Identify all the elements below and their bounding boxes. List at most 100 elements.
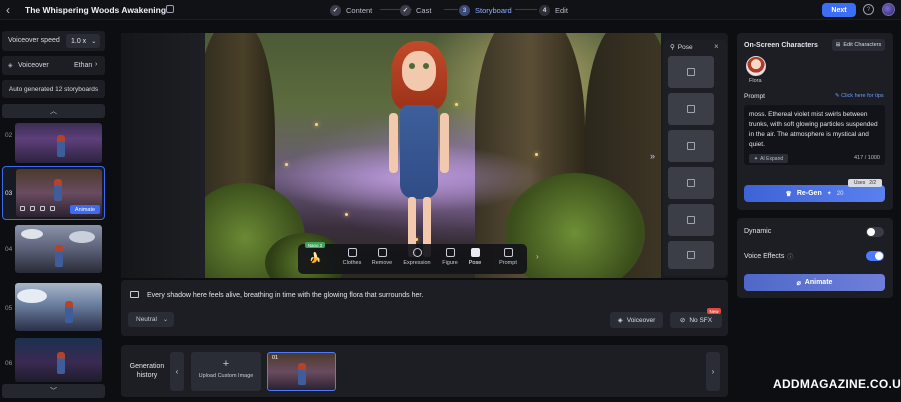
speaker-icon: ◈	[617, 317, 623, 324]
ai-expand-button[interactable]: ✦ AI Expand	[749, 154, 788, 163]
delete-icon[interactable]	[30, 206, 35, 211]
tool-label: Pose	[468, 260, 482, 266]
chevron-down-icon: ⌄	[91, 38, 97, 45]
animate-button[interactable]: ⌀ Animate	[744, 274, 885, 291]
storyboard-thumbnail[interactable]	[15, 225, 102, 273]
pose-card[interactable]	[668, 130, 714, 162]
add-icon[interactable]	[40, 206, 45, 211]
step-content[interactable]: ✓ Content	[330, 4, 372, 16]
chevron-down-icon: ﹀	[50, 388, 57, 395]
step-edit[interactable]: 4 Edit	[539, 4, 568, 16]
regen-icon: ♛	[785, 190, 792, 198]
close-icon[interactable]: ×	[714, 42, 719, 51]
plus-icon: +	[222, 358, 230, 370]
chevron-down-icon: ⌄	[162, 317, 168, 323]
help-icon[interactable]: ?	[863, 4, 874, 15]
new-badge: New	[707, 308, 721, 314]
chevron-left-icon: ‹	[175, 367, 179, 376]
chevron-right-icon: ›	[95, 61, 98, 68]
storyboard-number: 02	[5, 132, 13, 139]
storyboard-thumbnail[interactable]	[15, 338, 102, 382]
tips-link[interactable]: ✎ Click here for tips	[835, 93, 884, 99]
image-placeholder-icon	[687, 251, 695, 259]
step-storyboard[interactable]: 3 Storyboard	[459, 4, 512, 16]
more-icon[interactable]	[50, 206, 55, 211]
storyboard-number: 03	[5, 190, 13, 197]
scroll-up-button[interactable]: ︿	[2, 104, 105, 118]
tool-pose[interactable]: Pose	[460, 248, 490, 266]
upload-label: Upload Custom Image	[198, 373, 254, 379]
edit-title-icon[interactable]	[166, 5, 174, 13]
pose-card[interactable]	[668, 167, 714, 199]
dynamic-toggle[interactable]	[866, 227, 884, 237]
upload-custom-image-button[interactable]: + Upload Custom Image	[191, 352, 261, 391]
credit-icon: ✦	[826, 191, 832, 197]
storyboard-image[interactable]	[205, 33, 661, 278]
step-number: 4	[539, 4, 550, 16]
tool-prompt[interactable]: Prompt	[493, 248, 523, 266]
info-icon[interactable]: ⓘ	[787, 252, 793, 261]
voiceover-speed-label: Voiceover speed	[8, 37, 60, 44]
generation-history-label: Generation history	[129, 363, 165, 379]
user-avatar[interactable]	[882, 3, 895, 16]
animate-badge[interactable]: Animate	[70, 205, 100, 214]
voiceover-speed-select[interactable]: 1.0 x ⌄	[66, 34, 100, 48]
history-next-button[interactable]: ›	[706, 352, 720, 391]
pose-card[interactable]	[668, 241, 714, 269]
history-prev-button[interactable]: ‹	[170, 352, 184, 391]
sfx-button[interactable]: ⊘ No SFX	[670, 312, 722, 328]
collapse-panel-icon[interactable]: »	[650, 151, 655, 161]
storyboard-number: 06	[5, 360, 13, 367]
chevron-right-icon[interactable]: ›	[536, 252, 539, 261]
smile-icon	[412, 248, 422, 257]
pose-panel-header: ⚲ Pose	[670, 43, 693, 52]
regen-button[interactable]: ♛ Re-Gen ✦ 20	[744, 185, 885, 202]
character-avatar[interactable]	[746, 56, 766, 76]
tool-remove[interactable]: Remove	[367, 248, 397, 266]
edit-icon: ⊞	[835, 42, 841, 48]
tool-label: Clothes	[342, 260, 362, 266]
pose-icon	[470, 248, 480, 257]
speaker-icon: ◈	[8, 63, 13, 69]
tool-label: Prompt	[499, 260, 517, 266]
prompt-text[interactable]: moss. Ethereal violet mist swirls betwee…	[749, 110, 881, 150]
caption-text[interactable]: Every shadow here feels alive, breathing…	[147, 292, 423, 299]
voice-effects-toggle[interactable]	[866, 251, 884, 261]
tool-expression[interactable]: Expression	[402, 248, 432, 266]
prompt-label: Prompt	[744, 93, 765, 100]
step-connector	[444, 9, 458, 10]
voiceover-button-label: Voiceover	[626, 316, 656, 324]
step-connector	[515, 9, 537, 10]
step-label: Edit	[555, 5, 568, 15]
storyboard-actions	[20, 206, 55, 211]
edit-characters-button[interactable]: ⊞ Edit Characters	[832, 39, 885, 51]
pose-card[interactable]	[668, 204, 714, 236]
storyboard-thumbnail[interactable]	[15, 123, 102, 163]
voiceover-value: Ethan	[74, 62, 93, 69]
chat-icon	[503, 248, 513, 257]
back-chevron-icon[interactable]: ‹	[6, 4, 16, 16]
sfx-button-label: No SFX	[689, 316, 713, 324]
storyboard-number: 04	[5, 246, 13, 253]
regen-label: Re-Gen	[796, 190, 822, 197]
pose-card[interactable]	[668, 56, 714, 88]
chevron-right-icon: ›	[711, 367, 715, 376]
tool-clothes[interactable]: Clothes	[337, 248, 367, 266]
check-icon: ✓	[400, 4, 411, 16]
banana-icon[interactable]: 🍌	[309, 253, 321, 264]
storyboard-thumbnail[interactable]	[15, 283, 102, 331]
copy-icon[interactable]	[20, 206, 25, 211]
image-placeholder-icon	[687, 68, 695, 76]
emotion-value: Neutral	[136, 316, 157, 323]
history-number: 01	[272, 355, 279, 361]
voiceover-button[interactable]: ◈ Voiceover	[610, 312, 663, 328]
sound-icon: ⊘	[679, 317, 686, 324]
step-label: Content	[346, 5, 373, 15]
pose-icon: ⚲	[670, 44, 675, 51]
emotion-select[interactable]: Neutral ⌄	[128, 312, 174, 327]
step-cast[interactable]: ✓ Cast	[400, 4, 431, 16]
scroll-down-button[interactable]: ﹀	[2, 384, 105, 398]
next-button[interactable]: Next	[822, 3, 856, 17]
storyboard-number: 05	[5, 305, 13, 312]
pose-card[interactable]	[668, 93, 714, 125]
